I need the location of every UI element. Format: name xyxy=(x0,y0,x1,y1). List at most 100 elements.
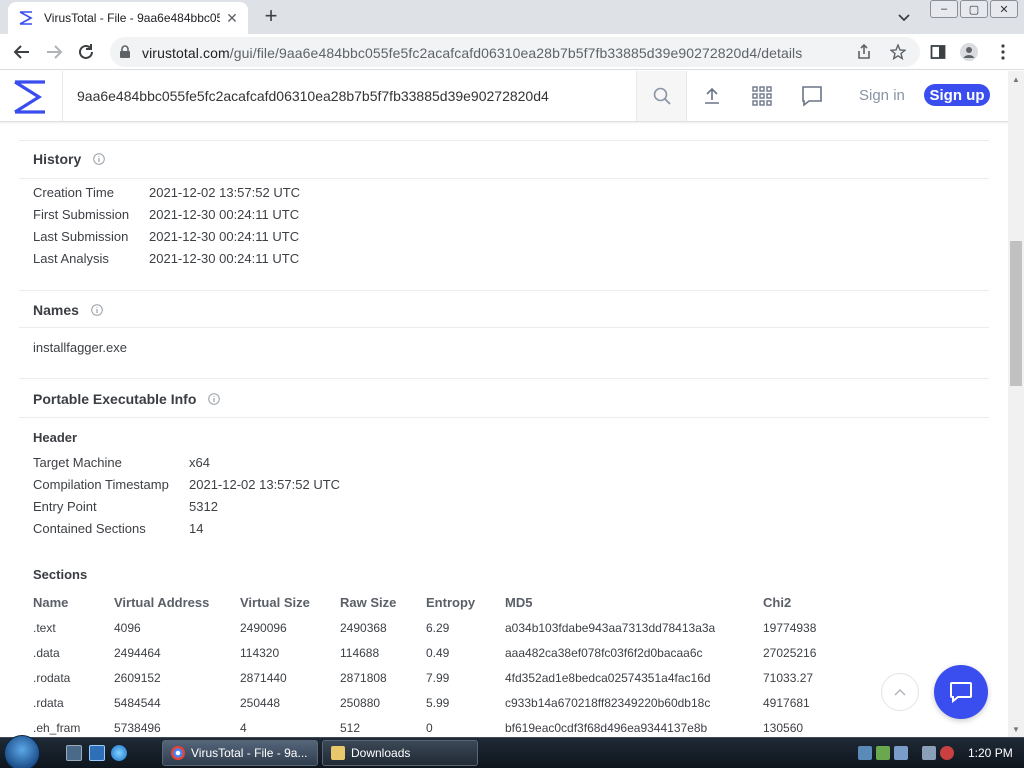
upload-icon[interactable] xyxy=(701,85,723,107)
history-value: 2021-12-02 13:57:52 UTC xyxy=(149,185,301,200)
sign-in-link[interactable]: Sign in xyxy=(859,87,905,104)
vt-search-input[interactable] xyxy=(63,71,635,121)
divider xyxy=(19,378,989,379)
section-cell: 5738496 xyxy=(114,721,161,735)
pe-header-value: 5312 xyxy=(189,499,218,514)
section-cell: 4917681 xyxy=(763,696,810,710)
section-cell: 130560 xyxy=(763,721,804,735)
col-header-entropy: Entropy xyxy=(426,595,476,610)
tab-close-icon[interactable]: ✕ xyxy=(224,10,240,26)
forward-arrow-icon[interactable] xyxy=(44,42,64,62)
pe-header-label: Target Machine xyxy=(33,455,122,470)
tray-app-icon[interactable] xyxy=(894,746,908,760)
browser-menu-icon[interactable] xyxy=(994,43,1012,61)
section-cell: 2871808 xyxy=(340,671,387,685)
tray-network-icon[interactable] xyxy=(858,746,872,760)
new-tab-button[interactable]: + xyxy=(260,5,282,28)
reload-icon[interactable] xyxy=(76,42,96,62)
divider xyxy=(19,417,989,418)
section-cell: 0 xyxy=(426,721,433,735)
col-header-virtual-size: Virtual Size xyxy=(240,595,310,610)
scroll-to-top-button[interactable] xyxy=(881,673,919,711)
bookmark-star-icon[interactable] xyxy=(890,44,906,60)
history-value: 2021-12-30 00:24:11 UTC xyxy=(149,251,300,266)
col-header-raw-size: Raw Size xyxy=(340,595,397,610)
pe-header-label: Compilation Timestamp xyxy=(33,477,169,492)
scrollbar-thumb[interactable] xyxy=(1010,241,1022,386)
section-name-cell: .data xyxy=(33,646,60,660)
section-cell: 6.29 xyxy=(426,621,450,635)
taskbar-item-browser[interactable]: VirusTotal - File - 9a... xyxy=(162,740,318,766)
browser-tab[interactable]: VirusTotal - File - 9aa6e484bbc05 ✕ xyxy=(8,2,248,34)
page-scrollbar[interactable]: ▲ ▼ xyxy=(1008,71,1024,737)
section-cell: 2494464 xyxy=(114,646,161,660)
section-cell: 2609152 xyxy=(114,671,161,685)
section-cell: 250448 xyxy=(240,696,281,710)
folder-icon xyxy=(331,746,345,760)
window-controls: – ▢ ✕ xyxy=(930,0,1018,18)
section-cell: 2490096 xyxy=(240,621,287,635)
side-panel-icon[interactable] xyxy=(929,43,947,61)
history-label: Last Submission xyxy=(33,229,129,244)
info-icon[interactable] xyxy=(93,153,106,165)
history-label: Last Analysis xyxy=(33,251,109,266)
history-label: First Submission xyxy=(33,207,130,222)
share-icon[interactable] xyxy=(856,44,872,60)
sign-up-button[interactable]: Sign up xyxy=(924,84,990,106)
lock-icon[interactable] xyxy=(119,45,131,64)
section-cell: 114688 xyxy=(340,646,380,660)
section-cell: 2490368 xyxy=(340,621,387,635)
maximize-button[interactable]: ▢ xyxy=(960,0,988,18)
browser-toolbar: virustotal.com/gui/file/9aa6e484bbc055fe… xyxy=(0,34,1024,70)
divider xyxy=(19,290,989,291)
col-header-chi2: Chi2 xyxy=(763,595,792,610)
close-window-button[interactable]: ✕ xyxy=(990,0,1018,18)
start-button[interactable] xyxy=(4,735,40,768)
internet-explorer-icon[interactable] xyxy=(111,745,127,761)
section-md5-cell: a034b103fdabe943aa7313dd78413a3a xyxy=(505,621,716,635)
show-desktop-icon[interactable] xyxy=(66,745,82,761)
scroll-down-arrow-icon[interactable]: ▼ xyxy=(1008,721,1024,737)
tab-search-chevron-icon[interactable] xyxy=(896,9,912,25)
section-name-cell: .eh_fram xyxy=(33,721,81,735)
profile-avatar-icon[interactable] xyxy=(960,43,978,61)
col-header-md5: MD5 xyxy=(505,595,533,610)
info-icon[interactable] xyxy=(208,393,221,405)
section-cell: 0.49 xyxy=(426,646,450,660)
history-value: 2021-12-30 00:24:11 UTC xyxy=(149,207,300,222)
history-section-title: History xyxy=(33,151,106,167)
virustotal-logo-icon[interactable] xyxy=(12,79,48,115)
chat-bubble-icon[interactable] xyxy=(801,85,823,107)
tray-app-icon[interactable] xyxy=(876,746,890,760)
back-arrow-icon[interactable] xyxy=(12,42,32,62)
switch-windows-icon[interactable] xyxy=(89,745,105,761)
chevron-up-icon xyxy=(894,689,906,696)
scroll-up-arrow-icon[interactable]: ▲ xyxy=(1008,71,1024,87)
taskbar-clock[interactable]: 1:20 PM xyxy=(968,746,1013,760)
section-md5-cell: bf619eac0cdf3f68d496ea9344137e8b xyxy=(505,721,708,735)
minimize-button[interactable]: – xyxy=(930,0,958,18)
section-name-cell: .rdata xyxy=(33,696,64,710)
tray-volume-muted-icon[interactable] xyxy=(940,746,954,760)
taskbar-item-downloads[interactable]: Downloads xyxy=(322,740,478,766)
pe-header-value: x64 xyxy=(189,455,210,470)
section-cell: 5484544 xyxy=(114,696,161,710)
info-icon[interactable] xyxy=(91,304,103,316)
history-value: 2021-12-30 00:24:11 UTC xyxy=(149,229,300,244)
tray-monitor-icon[interactable] xyxy=(922,746,936,760)
chat-support-button[interactable] xyxy=(934,665,988,719)
windows-taskbar: VirusTotal - File - 9a... Downloads 1:20… xyxy=(0,735,1024,768)
col-header-name: Name xyxy=(33,595,69,610)
section-cell: 7.99 xyxy=(426,671,450,685)
divider xyxy=(19,178,989,179)
apps-grid-icon[interactable] xyxy=(751,85,773,107)
address-bar[interactable]: virustotal.com/gui/file/9aa6e484bbc055fe… xyxy=(110,37,920,67)
section-name-cell: .text xyxy=(33,621,56,635)
section-cell: 19774938 xyxy=(763,621,817,635)
section-cell: 2871440 xyxy=(240,671,287,685)
pe-header-label: Entry Point xyxy=(33,499,97,514)
search-icon[interactable] xyxy=(636,71,687,121)
section-md5-cell: c933b14a670218ff82349220b60db18c xyxy=(505,696,711,710)
tab-title: VirusTotal - File - 9aa6e484bbc05 xyxy=(44,11,220,25)
browser-tab-strip: VirusTotal - File - 9aa6e484bbc05 ✕ + – … xyxy=(0,0,1024,34)
